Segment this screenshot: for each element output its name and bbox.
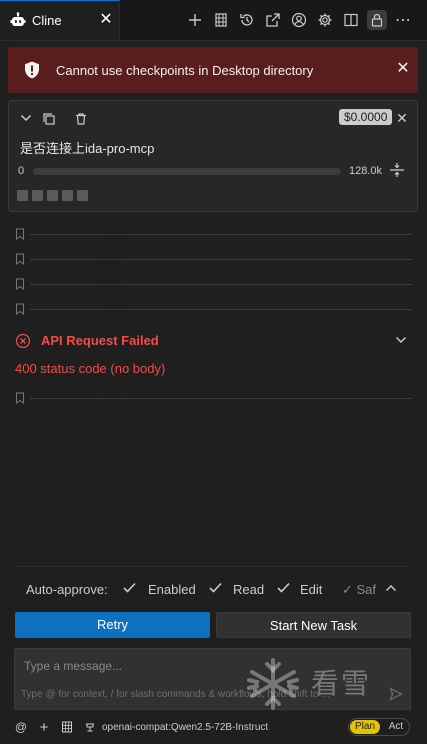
auto-approve-label: Auto-approve: [26,582,108,597]
message-row [15,303,411,317]
message-row [15,278,411,292]
bookmark-icon[interactable] [15,253,25,268]
safe-commands-truncated[interactable]: ✓ Saf [342,582,376,598]
edit-label[interactable]: Edit [300,582,322,597]
context-window-min: 0 [18,165,25,177]
error-circle-icon [15,333,31,352]
send-icon[interactable] [389,687,403,704]
copy-icon[interactable] [40,110,58,128]
checkpoint-marker[interactable] [77,190,88,201]
api-error-title: API Request Failed [41,333,159,348]
split-view-icon[interactable] [341,10,361,30]
cline-robot-icon [10,12,26,28]
message-input-hint: Type @ for context, / for slash commands… [21,689,330,700]
message-divider [31,259,411,260]
enabled-label[interactable]: Enabled [148,582,196,597]
message-divider [31,309,411,310]
chevron-down-icon[interactable] [394,333,408,350]
tab-close-icon[interactable]: ✕ [96,10,116,30]
trash-icon[interactable] [72,110,90,128]
task-header: $0.0000 ✕ 是否连接上ida-pro-mcp 0 128.0k [8,100,418,212]
read-checkbox[interactable] [208,580,223,595]
message-row [15,392,411,406]
message-row [15,253,411,267]
gear-icon[interactable] [315,10,335,30]
model-provider-icon[interactable] [83,720,97,734]
auto-approve-divider [14,566,410,567]
mention-icon[interactable]: @ [14,720,28,734]
message-row [15,228,411,242]
message-divider [31,234,411,235]
account-icon[interactable] [289,10,309,30]
api-error-detail: 400 status code (no body) [15,361,166,376]
message-input[interactable]: Type a message... Type @ for context, / … [14,648,411,710]
cost-badge: $0.0000 [339,109,393,125]
error-banner-close-icon[interactable]: ✕ [393,59,413,79]
more-icon[interactable]: ⋯ [393,10,413,30]
context-window-max: 128.0k [349,165,383,177]
checkpoint-markers [17,190,88,201]
bookmark-icon[interactable] [15,278,25,293]
mcp-server-icon[interactable] [60,720,74,734]
checkpoint-error-banner: Cannot use checkpoints in Desktop direct… [8,47,418,93]
lock-icon[interactable] [367,10,387,30]
bottom-toolbar: @ + openai-compat:Qwen2.5-72B-Instruct P… [0,716,427,740]
plan-act-toggle[interactable]: Plan Act [348,718,410,736]
task-close-icon[interactable]: ✕ [393,109,411,127]
bookmark-icon[interactable] [15,303,25,318]
add-context-icon[interactable]: + [37,719,51,736]
shield-warning-icon [22,60,42,83]
compress-context-icon[interactable] [389,162,405,181]
chevron-up-icon[interactable] [384,581,398,598]
plus-icon[interactable] [185,10,205,30]
message-divider [31,284,411,285]
message-divider [31,398,411,399]
checkpoint-marker[interactable] [62,190,73,201]
title-bar: Cline ✕ ⋯ [0,0,427,41]
checkpoint-marker[interactable] [17,190,28,201]
edit-checkbox[interactable] [276,580,291,595]
plan-mode-button[interactable]: Plan [350,720,380,734]
message-input-placeholder: Type a message... [24,659,123,673]
tab-cline[interactable]: Cline ✕ [0,0,120,40]
history-icon[interactable] [237,10,257,30]
external-link-icon[interactable] [263,10,283,30]
bookmark-icon[interactable] [15,392,25,407]
context-window-bar [33,168,341,175]
bookmark-icon[interactable] [15,228,25,243]
start-new-task-button[interactable]: Start New Task [216,612,411,638]
database-icon[interactable] [211,10,231,30]
read-label[interactable]: Read [233,582,264,597]
checkpoint-marker[interactable] [32,190,43,201]
error-banner-text: Cannot use checkpoints in Desktop direct… [56,63,314,78]
enabled-checkbox[interactable] [122,580,137,595]
retry-button[interactable]: Retry [15,612,210,638]
act-mode-button[interactable]: Act [384,720,408,734]
model-selector[interactable]: openai-compat:Qwen2.5-72B-Instruct [102,722,268,733]
chevron-down-icon[interactable] [17,109,35,127]
checkpoint-marker[interactable] [47,190,58,201]
task-title: 是否连接上ida-pro-mcp [20,141,155,156]
tab-title: Cline [32,13,62,28]
